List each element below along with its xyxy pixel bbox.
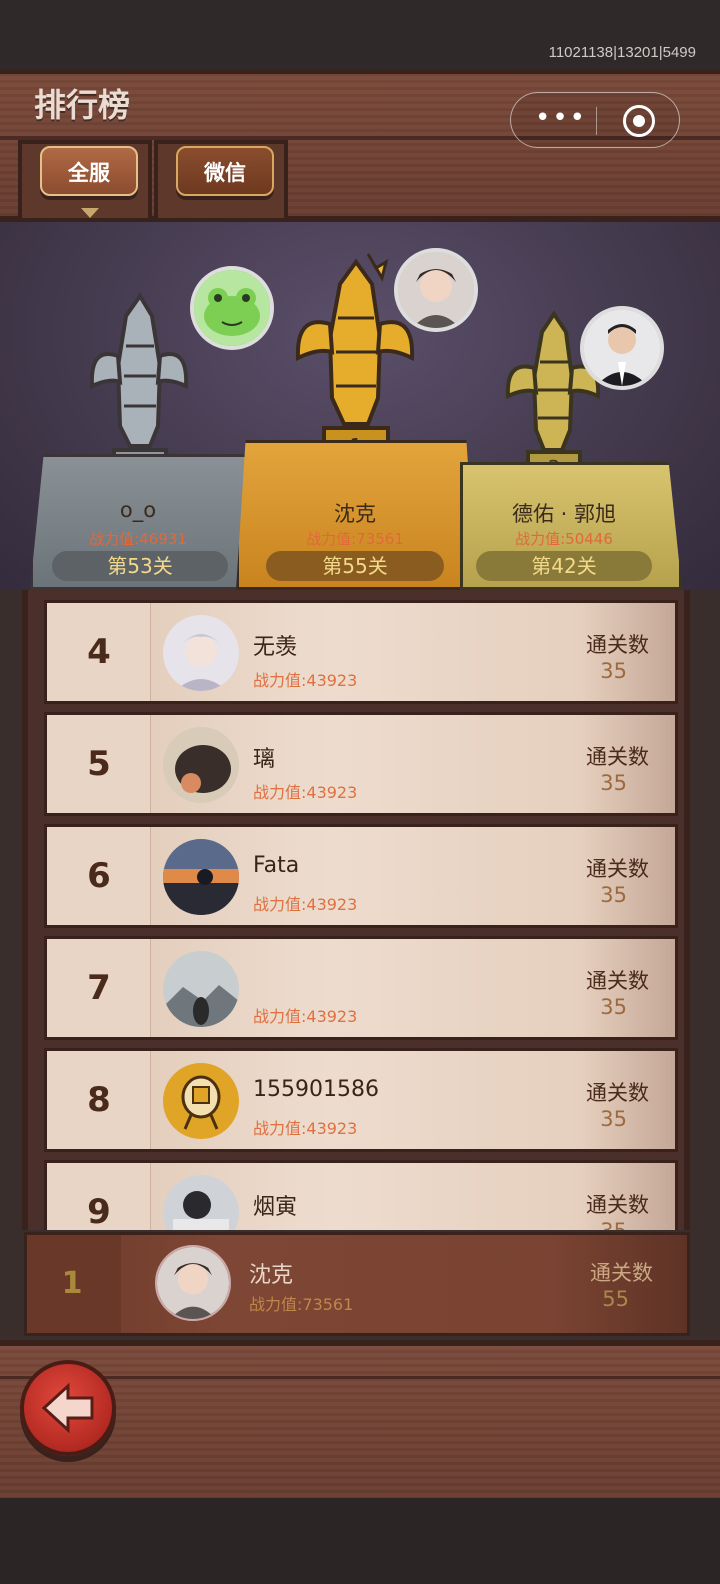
user-avatar-icon: [163, 839, 239, 915]
back-button[interactable]: [20, 1360, 116, 1456]
player-power: 战力值:43923: [253, 671, 358, 690]
miniapp-capsule: •••: [510, 92, 680, 148]
avatar-first[interactable]: [394, 248, 478, 332]
second-power: 战力值:46931: [89, 530, 187, 548]
list-item[interactable]: 7 战力值:43923 通关数 35: [44, 936, 678, 1040]
list-item[interactable]: 5 璃 战力值:43923 通关数 35: [44, 712, 678, 816]
clears-label: 通关数: [586, 745, 649, 769]
player-name: 璃: [253, 747, 276, 772]
tab-active-indicator: [81, 208, 99, 218]
list-item[interactable]: 8 155901586 战力值:43923 通关数 35: [44, 1048, 678, 1152]
top-status-strip: [0, 0, 720, 72]
anime-boy-avatar-icon: [157, 1247, 229, 1319]
player-name: 155901586: [253, 1077, 379, 1102]
list-item[interactable]: 4 无羡 战力值:43923 通关数 35: [44, 600, 678, 704]
third-name: 德佑 · 郭旭: [511, 502, 617, 526]
avatar: [163, 1175, 239, 1230]
clears-label: 通关数: [586, 1081, 649, 1105]
third-level: 第42关: [476, 551, 652, 581]
clears-value: 35: [600, 883, 627, 907]
clears-label: 通关数: [586, 1193, 649, 1217]
clears-value: 35: [600, 659, 627, 683]
anime-boy-avatar-icon: [398, 252, 474, 328]
clears-value: 35: [600, 771, 627, 795]
first-level: 第55关: [266, 551, 444, 581]
tab-wechat[interactable]: 微信: [176, 146, 274, 196]
my-rank-number: 1: [61, 1266, 83, 1301]
player-name: 烟寅: [253, 1195, 298, 1220]
user-avatar-icon: [163, 727, 239, 803]
rank-number: 6: [87, 856, 111, 896]
user-avatar-icon: [163, 951, 239, 1027]
clears-value: 35: [600, 995, 627, 1019]
player-name: Fata: [253, 853, 300, 878]
avatar: [163, 839, 239, 915]
rank-number: 5: [87, 744, 111, 784]
user-avatar-icon: [163, 615, 239, 691]
rank-number: 9: [87, 1192, 111, 1230]
avatar-second[interactable]: [190, 266, 274, 350]
leaderboard-list[interactable]: 4 无羡 战力值:43923 通关数 35 5 璃 战力值:43923 通关数 …: [22, 590, 690, 1230]
avatar: [163, 951, 239, 1027]
portrait-avatar-icon: [584, 310, 660, 386]
third-power: 战力值:50446: [515, 530, 613, 548]
user-avatar-icon: [163, 1175, 239, 1230]
my-clears-value: 55: [602, 1287, 629, 1311]
clears-value: 35: [600, 1107, 627, 1131]
list-item[interactable]: 9 烟寅 通关数 35: [44, 1160, 678, 1230]
clears-label: 通关数: [586, 857, 649, 881]
target-close-icon[interactable]: [623, 105, 655, 137]
more-dots-icon[interactable]: •••: [535, 105, 587, 131]
clears-label: 通关数: [586, 969, 649, 993]
first-name: 沈克: [334, 502, 376, 526]
second-level: 第53关: [52, 551, 228, 581]
debug-id: 11021138|13201|5499: [548, 44, 696, 61]
player-power: 战力值:43923: [253, 783, 358, 802]
second-name: o_o: [119, 498, 157, 522]
player-power: 战力值:43923: [253, 1007, 358, 1026]
player-power: 战力值:43923: [253, 1119, 358, 1138]
my-avatar: [155, 1245, 231, 1321]
back-arrow-icon: [41, 1382, 94, 1434]
page-title: 排行榜: [34, 86, 131, 124]
my-clears-label: 通关数: [590, 1261, 653, 1285]
player-name: 无羡: [253, 635, 298, 660]
my-rank-row[interactable]: 1 沈克 战力值:73561 通关数 55: [24, 1232, 690, 1336]
avatar: [163, 727, 239, 803]
frog-avatar-icon: [194, 270, 270, 346]
user-avatar-icon: [163, 1063, 239, 1139]
avatar: [163, 615, 239, 691]
tab-all-server[interactable]: 全服: [40, 146, 138, 196]
my-player-power: 战力值:73561: [249, 1295, 354, 1314]
rank-number: 8: [87, 1080, 111, 1120]
clears-label: 通关数: [586, 633, 649, 657]
clears-value: 35: [600, 1219, 627, 1230]
capsule-divider: [596, 107, 597, 135]
bottom-dark-strip: [0, 1498, 720, 1584]
rank-number: 7: [87, 968, 111, 1008]
rank-number: 4: [87, 632, 111, 672]
avatar: [163, 1063, 239, 1139]
list-item[interactable]: 6 Fata 战力值:43923 通关数 35: [44, 824, 678, 928]
avatar-third[interactable]: [580, 306, 664, 390]
player-power: 战力值:43923: [253, 895, 358, 914]
first-power: 战力值:73561: [306, 530, 404, 548]
my-player-name: 沈克: [249, 1263, 294, 1288]
